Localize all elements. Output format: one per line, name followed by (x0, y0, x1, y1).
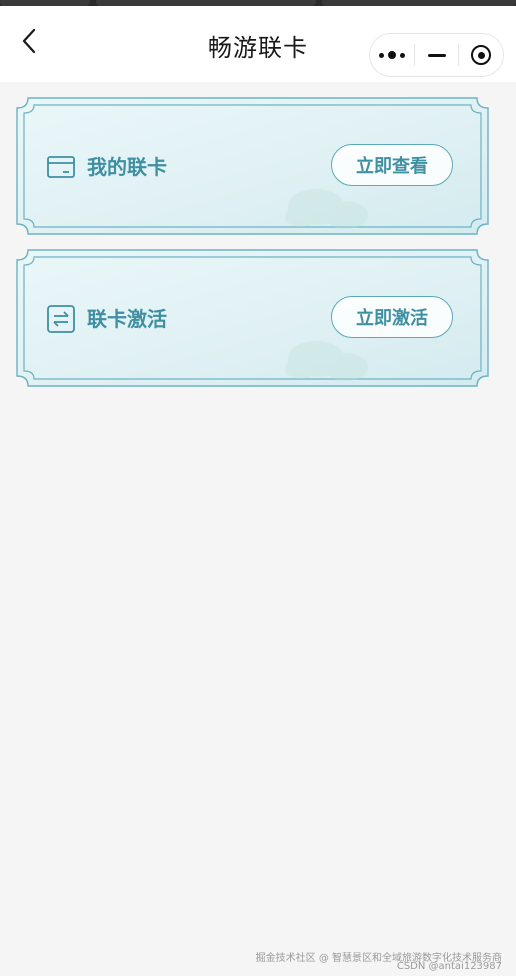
watermark-line-2: CSDN @antai123987 (396, 961, 502, 972)
card-my-union-card: 我的联卡 立即查看 (16, 97, 489, 235)
mini-program-capsule (369, 33, 504, 77)
minimize-icon (427, 53, 446, 57)
exchange-icon (47, 305, 75, 333)
activate-now-button[interactable]: 立即激活 (331, 296, 453, 338)
card-label: 我的联卡 (87, 155, 167, 179)
close-target-icon (471, 45, 492, 65)
card-label: 联卡激活 (87, 307, 167, 331)
card-icon (47, 156, 75, 178)
view-now-button[interactable]: 立即查看 (331, 144, 453, 186)
more-dots-icon (378, 51, 405, 59)
more-button[interactable] (370, 34, 414, 76)
card-activate-union-card: 联卡激活 立即激活 (16, 249, 489, 387)
close-button[interactable] (459, 34, 503, 76)
minimize-button[interactable] (415, 34, 459, 76)
navigation-bar: 畅游联卡 (0, 6, 516, 82)
